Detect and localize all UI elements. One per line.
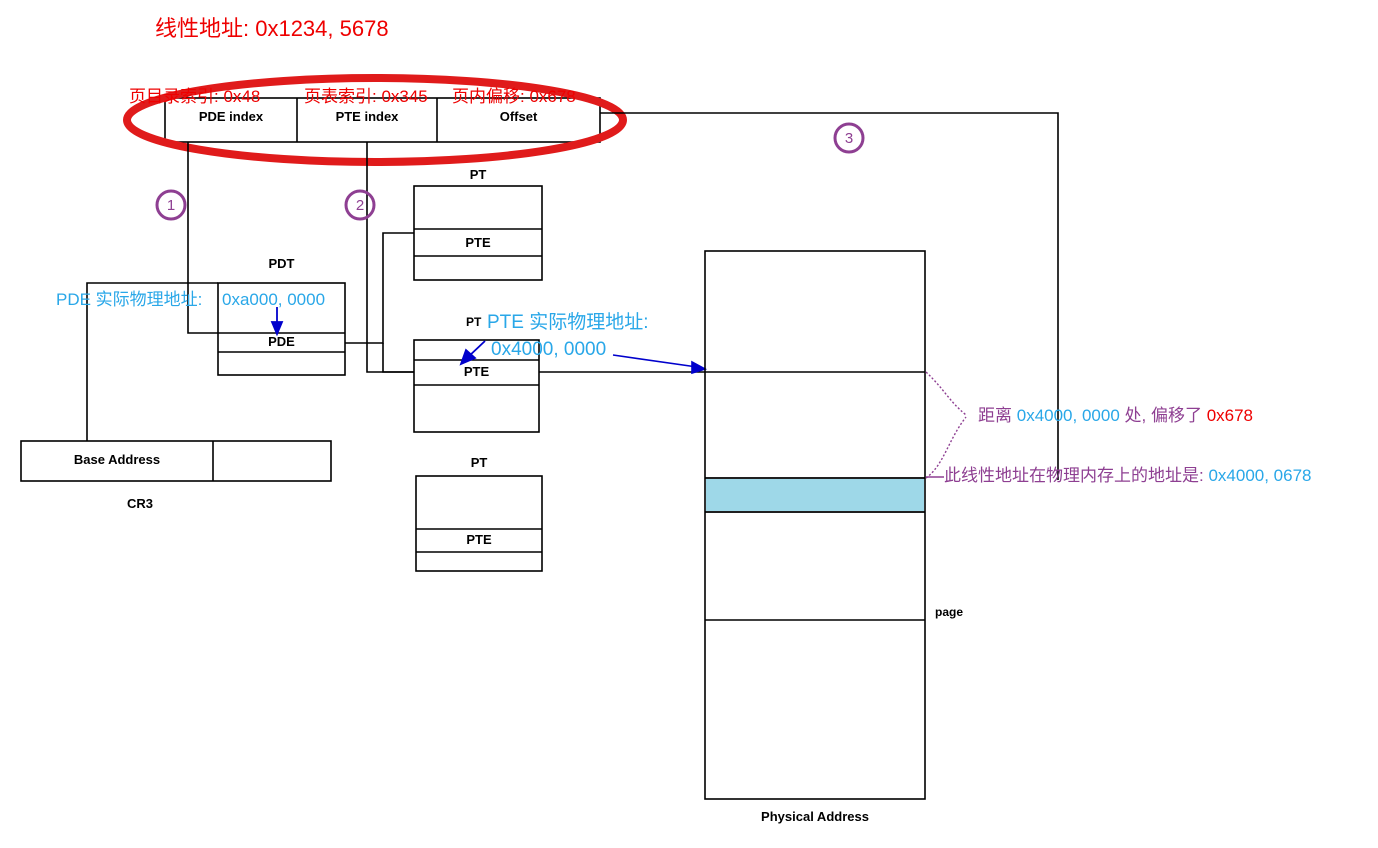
pdt-to-pt-connector: [345, 232, 414, 373]
pde-entry-label: PDE: [268, 334, 295, 349]
offset-note-base: 0x4000, 0000: [1016, 406, 1120, 425]
pte-index-label: PTE index: [335, 109, 399, 124]
step-2-number: 2: [355, 197, 365, 214]
pt-box-3: [415, 475, 543, 572]
diagram-canvas: 线性地址: 0x1234, 5678 页目录索引: 0x48 页表索引: 0x3…: [0, 0, 1378, 848]
pdt-value-arrow: [270, 307, 284, 337]
physical-address-caption: Physical Address: [761, 809, 869, 824]
pt-2-title: PT: [466, 315, 482, 329]
pt-3-title: PT: [470, 455, 488, 470]
pte-physical-address-value: 0x4000, 0000: [491, 339, 607, 360]
pt-1-title: PT: [469, 167, 487, 182]
pde-index-label: PDE index: [198, 109, 264, 124]
pte-physical-arrow: [612, 354, 708, 375]
pt-1-entry-label: PTE: [465, 235, 491, 250]
pde-physical-address-label: PDE 实际物理地址:: [56, 290, 203, 309]
offset-note-value: 0x678: [1206, 406, 1254, 425]
step2-connector: [366, 142, 414, 373]
pte-index-annotation: 页表索引: 0x345: [304, 87, 428, 106]
offset-note-middle: 处, 偏移了: [1119, 406, 1207, 425]
pte-physical-address-label: PTE 实际物理地址:: [487, 312, 649, 333]
cr3-caption: CR3: [126, 496, 153, 511]
result-note-label: 此线性地址在物理内存上的地址是:: [944, 466, 1209, 485]
note-leader-brace: [925, 371, 967, 479]
highlighted-page-row: [706, 479, 924, 511]
offset-note-prefix: 距离: [978, 406, 1017, 425]
step-3-number: 3: [844, 130, 854, 147]
page-label: page: [935, 605, 964, 619]
cr3-base-address-label: Base Address: [73, 452, 161, 467]
physical-address-box: [704, 250, 926, 800]
offset-label: Offset: [499, 109, 538, 124]
pde-physical-address-value: 0xa000, 0000: [222, 290, 326, 309]
page-title: 线性地址: 0x1234, 5678: [155, 16, 389, 41]
offset-annotation: 页内偏移: 0x678: [452, 87, 576, 106]
pdt-title: PDT: [268, 256, 295, 271]
step-1-number: 1: [166, 197, 176, 214]
pt-3-entry-label: PTE: [466, 532, 492, 547]
pt-box-1: [413, 185, 543, 281]
result-note: 此线性地址在物理内存上的地址是: 0x4000, 0678: [944, 467, 1312, 485]
pt-2-entry-label: PTE: [463, 364, 490, 379]
offset-note: 距离 0x4000, 0000 处, 偏移了 0x678: [978, 407, 1253, 425]
pde-index-annotation: 页目录索引: 0x48: [129, 87, 261, 106]
result-note-value: 0x4000, 0678: [1208, 466, 1312, 485]
